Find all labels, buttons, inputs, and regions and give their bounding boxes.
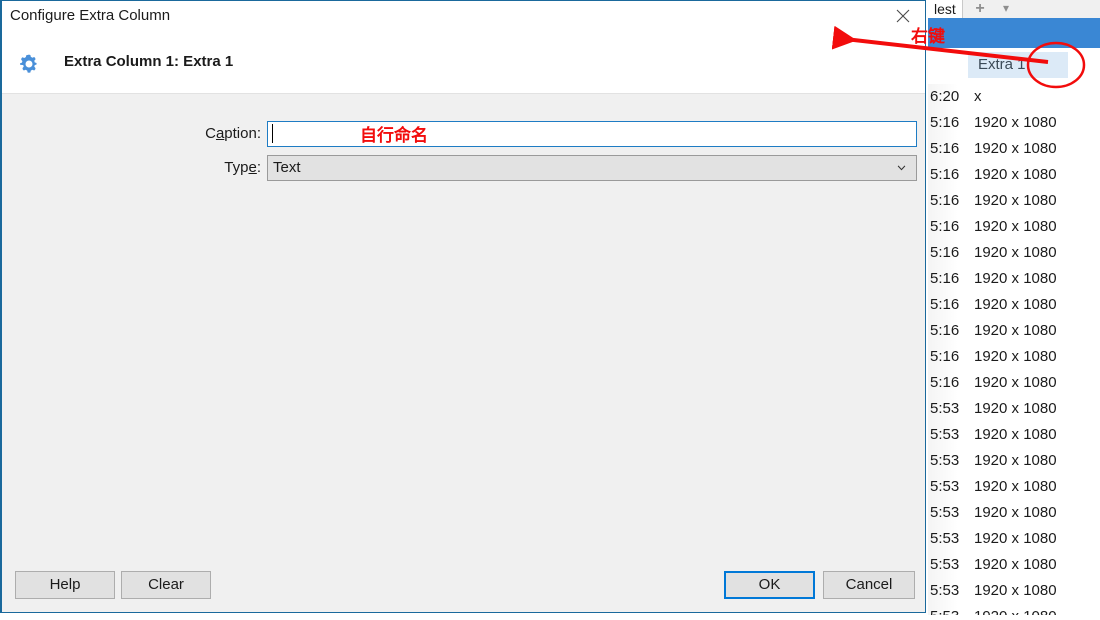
list-item-time: 5:16 xyxy=(930,244,960,261)
list-item-resolution: 1920 x 1080 xyxy=(974,244,1057,261)
list-item-time: 5:53 xyxy=(930,604,959,615)
list-item-resolution: 1920 x 1080 xyxy=(974,166,1057,183)
background-application: lest + ▾ Extra 1 6:20 x 5:16 1920 x 1080 5:1… xyxy=(928,0,1100,615)
list-item[interactable]: 5:53 1920 x 1080 xyxy=(928,552,1100,578)
list-item-resolution: 1920 x 1080 xyxy=(974,296,1057,313)
file-list[interactable]: 6:20 x 5:16 1920 x 1080 5:16 1920 x 1080 5:16 1… xyxy=(928,84,1100,615)
list-item-resolution: x xyxy=(974,88,982,105)
list-item-time: 5:53 xyxy=(930,582,960,599)
list-item[interactable]: 5:16 1920 x 1080 xyxy=(928,266,1100,292)
list-item[interactable]: 5:53 1920 x 1080 xyxy=(928,578,1100,604)
add-tab-icon[interactable]: + xyxy=(968,0,992,18)
tab-lest[interactable]: lest xyxy=(928,0,963,18)
caption-field-row: Caption: xyxy=(2,121,925,147)
list-item-resolution: 1920 x 1080 xyxy=(974,556,1057,573)
chevron-down-icon[interactable]: ▾ xyxy=(994,0,1018,18)
chevron-down-icon xyxy=(897,165,906,171)
list-item[interactable]: 5:53 1920 x 1080 xyxy=(928,448,1100,474)
list-item-time: 5:16 xyxy=(930,322,960,339)
list-item-resolution: 1920 x 1080 xyxy=(974,478,1057,495)
list-item-resolution: 1920 x 1080 xyxy=(974,114,1057,131)
list-item[interactable]: 5:16 1920 x 1080 xyxy=(928,370,1100,396)
list-item-resolution: 1920 x 1080 xyxy=(974,400,1057,417)
list-item-time: 6:20 xyxy=(930,88,960,105)
list-item-time: 5:16 xyxy=(930,270,960,287)
list-item-time: 5:16 xyxy=(930,374,960,391)
list-item-resolution: 1920 x 1080 xyxy=(974,504,1057,521)
list-item-resolution: 1920 x 1080 xyxy=(974,348,1057,365)
list-item-time: 5:53 xyxy=(930,400,960,417)
list-item-time: 5:16 xyxy=(930,218,960,235)
extra-column-chip[interactable]: Extra 1 xyxy=(968,52,1068,78)
list-item-resolution: 1920 x 1080 xyxy=(974,426,1057,443)
list-item-resolution: 1920 x 1080 xyxy=(974,218,1057,235)
text-caret xyxy=(272,124,273,143)
list-item-time: 5:53 xyxy=(930,530,960,547)
list-item-time: 5:53 xyxy=(930,426,960,443)
cancel-button[interactable]: Cancel xyxy=(823,571,915,599)
list-item-resolution: 1920 x 1080 xyxy=(974,374,1057,391)
list-item-resolution: 1920 x 1080 xyxy=(974,322,1057,339)
list-item-resolution: 1920 x 1080 xyxy=(974,604,1057,615)
help-button[interactable]: Help xyxy=(15,571,115,599)
dialog-header-text: Extra Column 1: Extra 1 xyxy=(64,53,234,70)
list-item[interactable]: 5:53 1920 x 1080 xyxy=(928,396,1100,422)
clear-button[interactable]: Clear xyxy=(121,571,211,599)
type-select[interactable]: Text xyxy=(267,155,917,181)
configure-extra-column-dialog: Configure Extra Column Extra Column 1: E… xyxy=(0,0,926,613)
ok-button[interactable]: OK xyxy=(724,571,815,599)
list-item-time: 5:16 xyxy=(930,192,960,209)
caption-input[interactable] xyxy=(267,121,917,147)
screen-root: lest + ▾ Extra 1 6:20 x 5:16 1920 x 1080 5:1… xyxy=(0,0,1100,615)
list-item[interactable]: 6:20 x xyxy=(928,84,1100,110)
caption-label: Caption: xyxy=(205,125,261,142)
list-item-time: 5:16 xyxy=(930,166,960,183)
list-item-resolution: 1920 x 1080 xyxy=(974,192,1057,209)
list-item-resolution: 1920 x 1080 xyxy=(974,140,1057,157)
list-item[interactable]: 5:53 1920 x 1080 xyxy=(928,500,1100,526)
list-item-time: 5:16 xyxy=(930,348,960,365)
list-item[interactable]: 5:16 1920 x 1080 xyxy=(928,344,1100,370)
list-item-time: 5:53 xyxy=(930,556,960,573)
list-item[interactable]: 5:16 1920 x 1080 xyxy=(928,318,1100,344)
dialog-title: Configure Extra Column xyxy=(10,7,171,24)
type-select-value: Text xyxy=(273,159,301,176)
list-item[interactable]: 5:53 1920 x 1080 xyxy=(928,474,1100,500)
list-item[interactable]: 5:16 1920 x 1080 xyxy=(928,162,1100,188)
list-item-resolution: 1920 x 1080 xyxy=(974,582,1057,599)
dialog-title-bar: Configure Extra Column xyxy=(2,1,925,31)
list-item-time: 5:16 xyxy=(930,296,960,313)
list-item-resolution: 1920 x 1080 xyxy=(974,270,1057,287)
list-item[interactable]: 5:16 1920 x 1080 xyxy=(928,240,1100,266)
list-item[interactable]: 5:16 1920 x 1080 xyxy=(928,188,1100,214)
list-item[interactable]: 5:16 1920 x 1080 xyxy=(928,214,1100,240)
list-item[interactable]: 5:53 1920 x 1080 xyxy=(928,526,1100,552)
list-item[interactable]: 5:16 1920 x 1080 xyxy=(928,136,1100,162)
gear-icon xyxy=(18,53,40,75)
list-item-resolution: 1920 x 1080 xyxy=(974,452,1057,469)
type-field-row: Type: Text xyxy=(2,155,925,181)
list-item[interactable]: 5:16 1920 x 1080 xyxy=(928,110,1100,136)
list-item-time: 5:16 xyxy=(930,140,960,157)
list-item[interactable]: 5:53 1920 x 1080 xyxy=(928,604,1100,615)
list-item-resolution: 1920 x 1080 xyxy=(974,530,1057,547)
dialog-body: Caption: Type: Text Help Clear OK Cancel xyxy=(2,94,925,612)
close-icon[interactable] xyxy=(881,1,925,31)
type-label: Type: xyxy=(224,159,261,176)
list-item[interactable]: 5:53 1920 x 1080 xyxy=(928,422,1100,448)
list-item-time: 5:53 xyxy=(930,504,960,521)
list-item-time: 5:53 xyxy=(930,478,960,495)
tab-strip: lest + ▾ xyxy=(928,0,1100,19)
list-item-time: 5:53 xyxy=(930,452,960,469)
list-item[interactable]: 5:16 1920 x 1080 xyxy=(928,292,1100,318)
list-item-time: 5:16 xyxy=(930,114,960,131)
selected-header-row[interactable] xyxy=(928,18,1100,48)
dialog-header: Extra Column 1: Extra 1 xyxy=(2,31,925,94)
